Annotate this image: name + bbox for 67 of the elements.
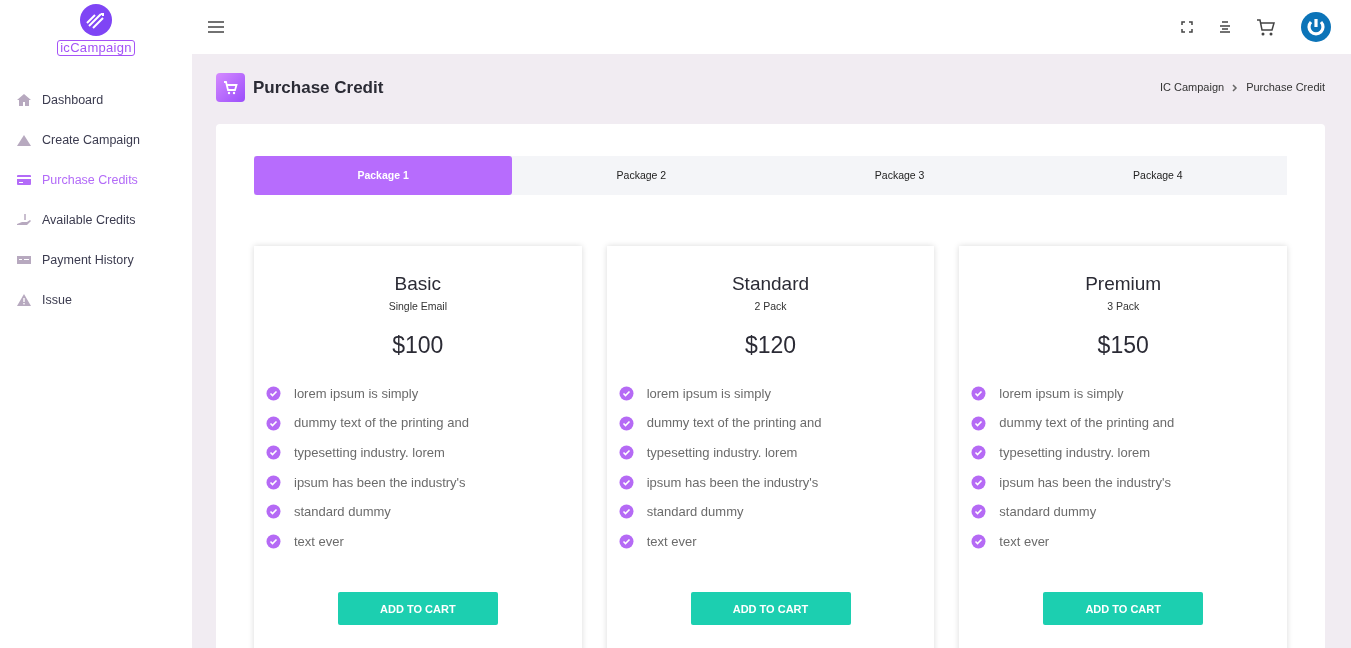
logo-icon	[80, 4, 112, 36]
feature-text: text ever	[294, 532, 344, 551]
check-circle-icon	[971, 445, 987, 461]
chevron-right-icon	[1232, 83, 1239, 92]
check-circle-icon	[618, 534, 634, 549]
plan-subtitle: 3 Pack	[1107, 298, 1140, 314]
feature-text: standard dummy	[294, 503, 391, 522]
package-tab[interactable]: Package 3	[770, 156, 1029, 195]
fullscreen-icon[interactable]	[1181, 21, 1193, 33]
check-circle-icon	[266, 534, 281, 549]
plan-name: Premium	[1085, 272, 1162, 296]
check-circle-icon	[971, 474, 987, 490]
check-circle-icon	[266, 415, 281, 431]
align-center-icon[interactable]	[1219, 21, 1231, 33]
check-circle-icon	[266, 474, 281, 490]
package-tab[interactable]: Package 2	[512, 156, 771, 195]
plan-name: Standard	[731, 272, 810, 296]
feature-text: typesetting industry. lorem	[646, 444, 798, 462]
check-circle-icon	[971, 386, 987, 402]
check-circle-icon	[266, 445, 281, 461]
feature-text: standard dummy	[999, 503, 1097, 522]
sidebar-item[interactable]: Dashboard	[0, 80, 192, 121]
plan-price: $150	[1097, 331, 1149, 361]
house-icon	[16, 92, 32, 109]
brand-logo-text: icCampaign	[57, 40, 135, 57]
feature-text: text ever	[999, 532, 1050, 551]
feature-text: lorem ipsum is simply	[294, 384, 419, 403]
warning-icon	[16, 292, 32, 309]
check-circle-icon	[618, 445, 634, 461]
plan-price: $100	[392, 331, 444, 361]
feature-text: text ever	[646, 532, 697, 551]
breadcrumb-item[interactable]: IC Campaign	[1159, 79, 1225, 96]
feature-text: standard dummy	[646, 503, 744, 522]
feature-text: ipsum has been the industry's	[294, 473, 466, 492]
cart-icon	[216, 73, 245, 102]
menu-icon[interactable]	[208, 20, 224, 34]
feature-text: dummy text of the printing and	[999, 414, 1175, 433]
sidebar-item[interactable]: Payment History	[0, 240, 192, 281]
check-circle-icon	[971, 415, 987, 431]
feature-text: ipsum has been the industry's	[999, 473, 1171, 492]
check-circle-icon	[618, 415, 634, 431]
feature-text: lorem ipsum is simply	[646, 384, 771, 403]
feature-text: ipsum has been the industry's	[646, 473, 819, 492]
check-circle-icon	[618, 504, 634, 520]
page-title: Purchase Credit	[253, 76, 384, 99]
cart-icon[interactable]	[1257, 18, 1275, 36]
sidebar-item[interactable]: Available Credits	[0, 200, 192, 241]
feature-text: dummy text of the printing and	[646, 414, 822, 433]
sidebar-item[interactable]: Issue	[0, 280, 192, 321]
check-circle-icon	[618, 386, 634, 402]
package-tab[interactable]: Package 4	[1028, 156, 1287, 195]
sidebar-item[interactable]: Create Campaign	[0, 120, 192, 161]
check-circle-icon	[266, 504, 281, 520]
feature-text: dummy text of the printing and	[294, 414, 469, 433]
breadcrumb-item: Purchase Credit	[1246, 80, 1325, 96]
power-icon[interactable]	[1301, 12, 1331, 42]
check-circle-icon	[971, 504, 987, 520]
check-circle-icon	[618, 474, 634, 490]
check-circle-icon	[971, 534, 987, 549]
feature-text: typesetting industry. lorem	[999, 444, 1151, 462]
plan-price: $120	[744, 331, 797, 361]
check-circle-icon	[266, 386, 281, 402]
feature-text: typesetting industry. lorem	[294, 444, 445, 462]
plan-subtitle: Single Email	[388, 298, 447, 314]
plan-subtitle: 2 Pack	[754, 298, 787, 314]
feature-text: lorem ipsum is simply	[999, 384, 1124, 403]
plan-name: Basic	[394, 272, 442, 296]
